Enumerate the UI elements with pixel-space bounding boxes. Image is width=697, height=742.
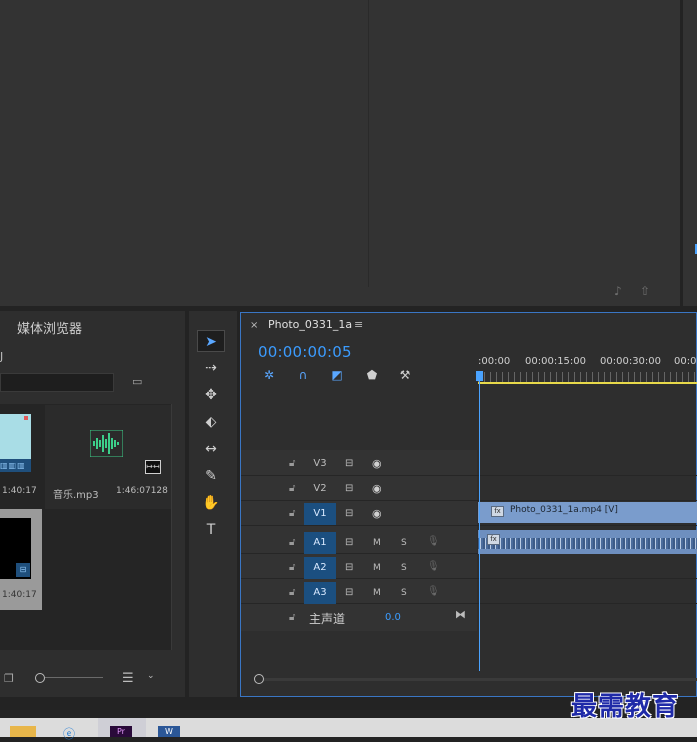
item-duration: 1:40:17 — [2, 590, 37, 600]
sync-lock-icon[interactable]: ⊟ — [345, 458, 353, 469]
solo-button[interactable]: S — [401, 563, 407, 573]
audio-badge-icon: ↦↤ — [145, 460, 161, 474]
freeform-view-icon[interactable]: ❐ — [4, 672, 14, 685]
word-icon[interactable]: W — [158, 726, 180, 737]
export-frame-icon[interactable]: ⇧ — [640, 284, 650, 298]
program-monitor-area: ♪ ⇧ — [369, 0, 680, 306]
linked-selection-icon[interactable]: ◩ — [328, 367, 346, 383]
playhead-handle[interactable] — [476, 371, 483, 381]
timeline-scrollbar[interactable] — [264, 678, 697, 681]
snap-icon[interactable]: ∩ — [294, 367, 312, 383]
track-target-a2[interactable]: A2 — [304, 557, 336, 579]
mic-icon[interactable]: 🎙︎ — [427, 586, 440, 597]
settings-wrench-icon[interactable]: ⚒ — [396, 367, 414, 383]
track-target-v1[interactable]: V1 — [304, 503, 336, 525]
track-target-v3[interactable]: V3 — [304, 453, 336, 475]
sequence-badge-icon: ▥▥▥ — [0, 459, 31, 472]
video-clip-label: Photo_0331_1a.mp4 [V] — [510, 505, 618, 515]
monitor-bottom-strip — [0, 287, 369, 306]
timeline-zoom-handle[interactable] — [254, 674, 264, 684]
ruler-label: 00:0 — [674, 356, 697, 367]
ripple-edit-tool-icon[interactable]: ✥ — [197, 384, 225, 406]
file-explorer-icon[interactable] — [10, 726, 36, 737]
right-panel-area — [683, 0, 697, 306]
type-tool-icon[interactable]: T — [197, 519, 225, 541]
ruler-label: :00:00 — [478, 356, 511, 367]
master-track-label: 主声道 — [309, 612, 346, 626]
playhead-line[interactable] — [479, 381, 480, 671]
pen-tool-icon[interactable]: ✎ — [197, 465, 225, 487]
panel-label-fragment: J — [0, 350, 4, 363]
track-target-a3[interactable]: A3 — [304, 582, 336, 604]
slip-tool-icon[interactable]: ↔ — [197, 438, 225, 460]
lock-icon[interactable]: 🔓︎ — [289, 537, 295, 548]
ruler-label: 00:00:30:00 — [600, 356, 662, 367]
sync-lock-icon[interactable]: ⊟ — [345, 483, 353, 494]
browser-icon[interactable]: ⓔ — [63, 725, 83, 741]
item-name: 音乐.mp3 — [53, 490, 99, 501]
lock-icon[interactable]: 🔓︎ — [289, 458, 295, 469]
chevron-down-icon[interactable]: ⌄ — [147, 671, 155, 681]
watermark: 最需教育 — [571, 692, 680, 722]
master-volume-value[interactable]: 0.0 — [385, 612, 401, 623]
new-bin-icon[interactable]: ▭ — [132, 375, 146, 388]
mute-button[interactable]: M — [373, 563, 381, 573]
source-monitor-area — [0, 0, 368, 287]
sequence-badge-icon: ⊟ — [16, 563, 30, 577]
add-marker-icon[interactable]: ⬟ — [363, 367, 381, 383]
panel-menu-icon[interactable]: ≡ — [354, 318, 363, 331]
sync-lock-icon[interactable]: ⊟ — [345, 562, 353, 573]
audio-waveform-icon — [90, 430, 123, 457]
track-select-tool-icon[interactable]: ⇢ — [197, 357, 225, 379]
lock-icon[interactable]: 🔓︎ — [289, 483, 295, 494]
export-audio-icon[interactable]: ♪ — [614, 284, 622, 298]
nest-icon[interactable]: ✲ — [260, 367, 278, 383]
lock-icon[interactable]: 🔓︎ — [289, 508, 295, 519]
sync-lock-icon[interactable]: ⊟ — [345, 537, 353, 548]
audio-clip-waveform — [478, 538, 697, 549]
solo-button[interactable]: S — [401, 538, 407, 548]
razor-tool-icon[interactable]: ⬖ — [197, 411, 225, 433]
fx-badge: fx — [487, 534, 500, 545]
sync-lock-icon[interactable]: ⊟ — [345, 587, 353, 598]
ruler-label: 00:00:15:00 — [525, 356, 587, 367]
solo-button[interactable]: S — [401, 588, 407, 598]
zoom-slider-track[interactable] — [45, 677, 103, 678]
lock-icon[interactable]: 🔓︎ — [289, 587, 295, 598]
mute-button[interactable]: M — [373, 538, 381, 548]
zoom-slider-handle[interactable] — [35, 673, 45, 683]
mic-icon[interactable]: 🎙︎ — [427, 561, 440, 572]
eye-icon[interactable]: ◉ — [372, 457, 382, 470]
sync-lock-icon[interactable]: ⊟ — [345, 508, 353, 519]
lock-icon[interactable]: 🔓︎ — [289, 612, 295, 623]
track-target-v2[interactable]: V2 — [304, 478, 336, 500]
item-duration: 1:46:07128 — [116, 486, 168, 496]
fx-badge: fx — [491, 506, 504, 517]
media-browser-tab[interactable]: 媒体浏览器 — [17, 318, 82, 337]
track-target-a1[interactable]: A1 — [304, 532, 336, 554]
mute-button[interactable]: M — [373, 588, 381, 598]
mic-icon[interactable]: 🎙︎ — [427, 536, 440, 547]
sort-icon[interactable]: ☰ — [122, 671, 134, 686]
search-input[interactable] — [0, 373, 114, 392]
work-area-bar[interactable] — [478, 382, 697, 384]
selection-tool-icon[interactable]: ➤ — [197, 330, 225, 352]
go-to-end-icon[interactable]: ⧓ — [455, 608, 466, 621]
item-duration: 1:40:17 — [2, 486, 37, 496]
eye-icon[interactable]: ◉ — [372, 507, 382, 520]
playhead-timecode[interactable]: 00:00:00:05 — [258, 343, 352, 361]
label-dot — [24, 416, 28, 420]
sequence-tab[interactable]: Photo_0331_1a — [268, 318, 352, 331]
close-icon[interactable]: × — [250, 320, 258, 331]
premiere-icon[interactable]: Pr — [110, 726, 132, 737]
eye-icon[interactable]: ◉ — [372, 482, 382, 495]
lock-icon[interactable]: 🔓︎ — [289, 562, 295, 573]
hand-tool-icon[interactable]: ✋ — [197, 492, 225, 514]
